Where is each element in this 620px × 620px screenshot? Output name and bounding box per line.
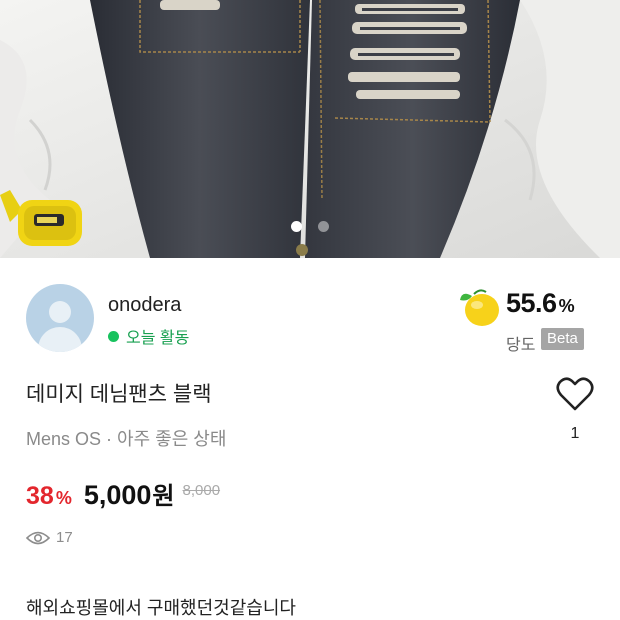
like-count: 1 — [570, 425, 580, 442]
seller-activity: 오늘 활동 — [108, 324, 189, 348]
online-status-icon — [108, 330, 119, 342]
product-title: 데미지 데님팬츠 블랙 — [26, 383, 212, 406]
seller-activity-label: 오늘 활동 — [126, 330, 190, 347]
product-photo[interactable] — [0, 0, 620, 258]
avatar-head-shape — [49, 301, 71, 323]
price-row: 38 % 5,000 원 8,000 — [26, 476, 220, 511]
avatar[interactable] — [26, 284, 94, 352]
score-label: 당도 — [506, 337, 536, 354]
score-unit: % — [558, 296, 575, 316]
price-currency: 원 — [152, 483, 175, 510]
seller-section[interactable]: onodera 오늘 활동 55.6% 당도 Beta — [26, 284, 596, 354]
carousel-dot-active[interactable] — [291, 220, 302, 232]
seller-name[interactable]: onodera — [108, 294, 181, 317]
view-count-value: 17 — [56, 529, 73, 546]
discount-unit: % — [55, 488, 72, 508]
sale-price: 5,000 — [83, 480, 152, 510]
carousel-indicator — [0, 219, 620, 233]
avatar-body-shape — [38, 327, 82, 352]
discount-rate: 38 — [26, 482, 54, 510]
carousel-dot[interactable] — [318, 220, 329, 232]
score-value-wrap: 55.6% — [506, 288, 575, 319]
product-description: 해외쇼핑몰에서 구매했던것같습니다 — [26, 598, 296, 618]
beta-badge: Beta — [541, 328, 584, 350]
product-meta: Mens OS · 아주 좋은 상태 — [26, 429, 227, 449]
view-count: 17 — [26, 529, 73, 546]
sweetness-score[interactable]: 55.6% 당도 Beta — [456, 286, 596, 354]
lemon-icon — [460, 289, 499, 326]
like-button[interactable]: 1 — [553, 376, 597, 452]
eye-icon — [26, 531, 50, 544]
score-value: 55.6 — [506, 288, 557, 318]
original-price: 8,000 — [182, 482, 221, 499]
heart-icon — [556, 377, 594, 411]
